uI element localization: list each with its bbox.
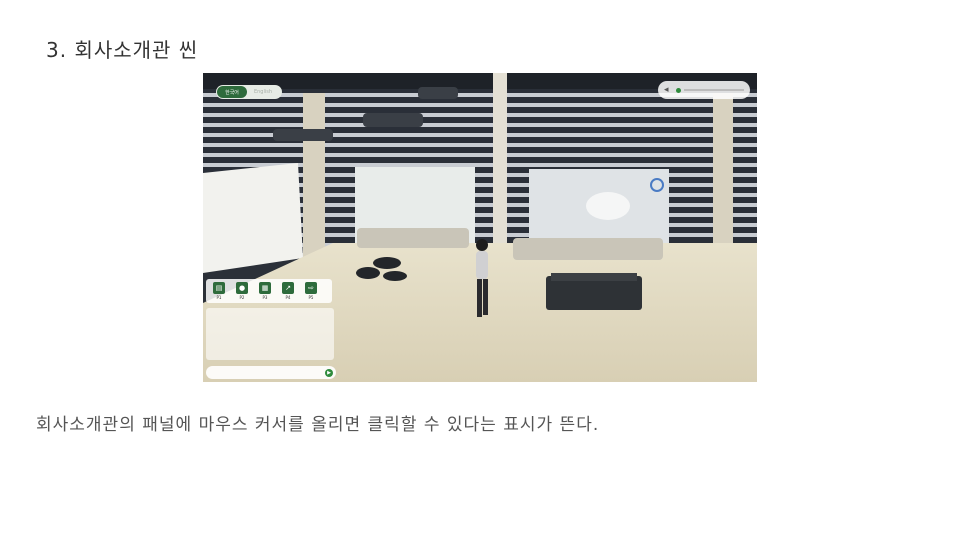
toolbar-item-p5[interactable]: ⇨ P5 xyxy=(304,282,318,300)
toolbar-item-p1[interactable]: ▤ P1 xyxy=(212,282,226,300)
volume-control[interactable]: ◂ xyxy=(658,81,750,99)
slide-title: 3. 회사소개관 씬 xyxy=(46,38,199,62)
send-button[interactable]: ▶ xyxy=(325,368,333,377)
exit-icon: ⇨ xyxy=(305,282,317,294)
toolbar-item-p4[interactable]: ↗ P4 xyxy=(281,282,295,300)
chart-icon: ↗ xyxy=(282,282,294,294)
print-icon: ▤ xyxy=(213,282,225,294)
lang-option-korean[interactable]: 한국어 xyxy=(217,86,247,98)
user-icon: ● xyxy=(236,282,248,294)
toolbar-label: P2 xyxy=(239,295,245,300)
chat-log-panel xyxy=(206,308,334,360)
volume-slider-track[interactable] xyxy=(684,89,744,91)
speaker-icon[interactable]: ◂ xyxy=(664,85,674,95)
volume-slider-knob[interactable] xyxy=(676,87,681,93)
bottom-toolbar: ▤ P1 ● P2 ▦ P3 ↗ P4 ⇨ P5 xyxy=(206,279,332,303)
toolbar-item-p3[interactable]: ▦ P3 xyxy=(258,282,272,300)
slide-caption: 회사소개관의 패널에 마우스 커서를 올리면 클릭할 수 있다는 표시가 뜬다. xyxy=(36,415,600,435)
scene-screenshot[interactable]: 한국어 English ◂ ▤ P1 ● P2 ▦ P3 ↗ P4 ⇨ P5 ▶ xyxy=(203,73,757,382)
toolbar-label: P5 xyxy=(308,295,314,300)
lang-option-english[interactable]: English xyxy=(247,86,279,98)
toolbar-label: P3 xyxy=(262,295,268,300)
slides-icon: ▦ xyxy=(259,282,271,294)
toolbar-item-p2[interactable]: ● P2 xyxy=(235,282,249,300)
language-toggle[interactable]: 한국어 English xyxy=(216,85,282,99)
chat-input[interactable]: ▶ xyxy=(206,366,336,379)
toolbar-label: P1 xyxy=(216,295,222,300)
toolbar-label: P4 xyxy=(285,295,291,300)
